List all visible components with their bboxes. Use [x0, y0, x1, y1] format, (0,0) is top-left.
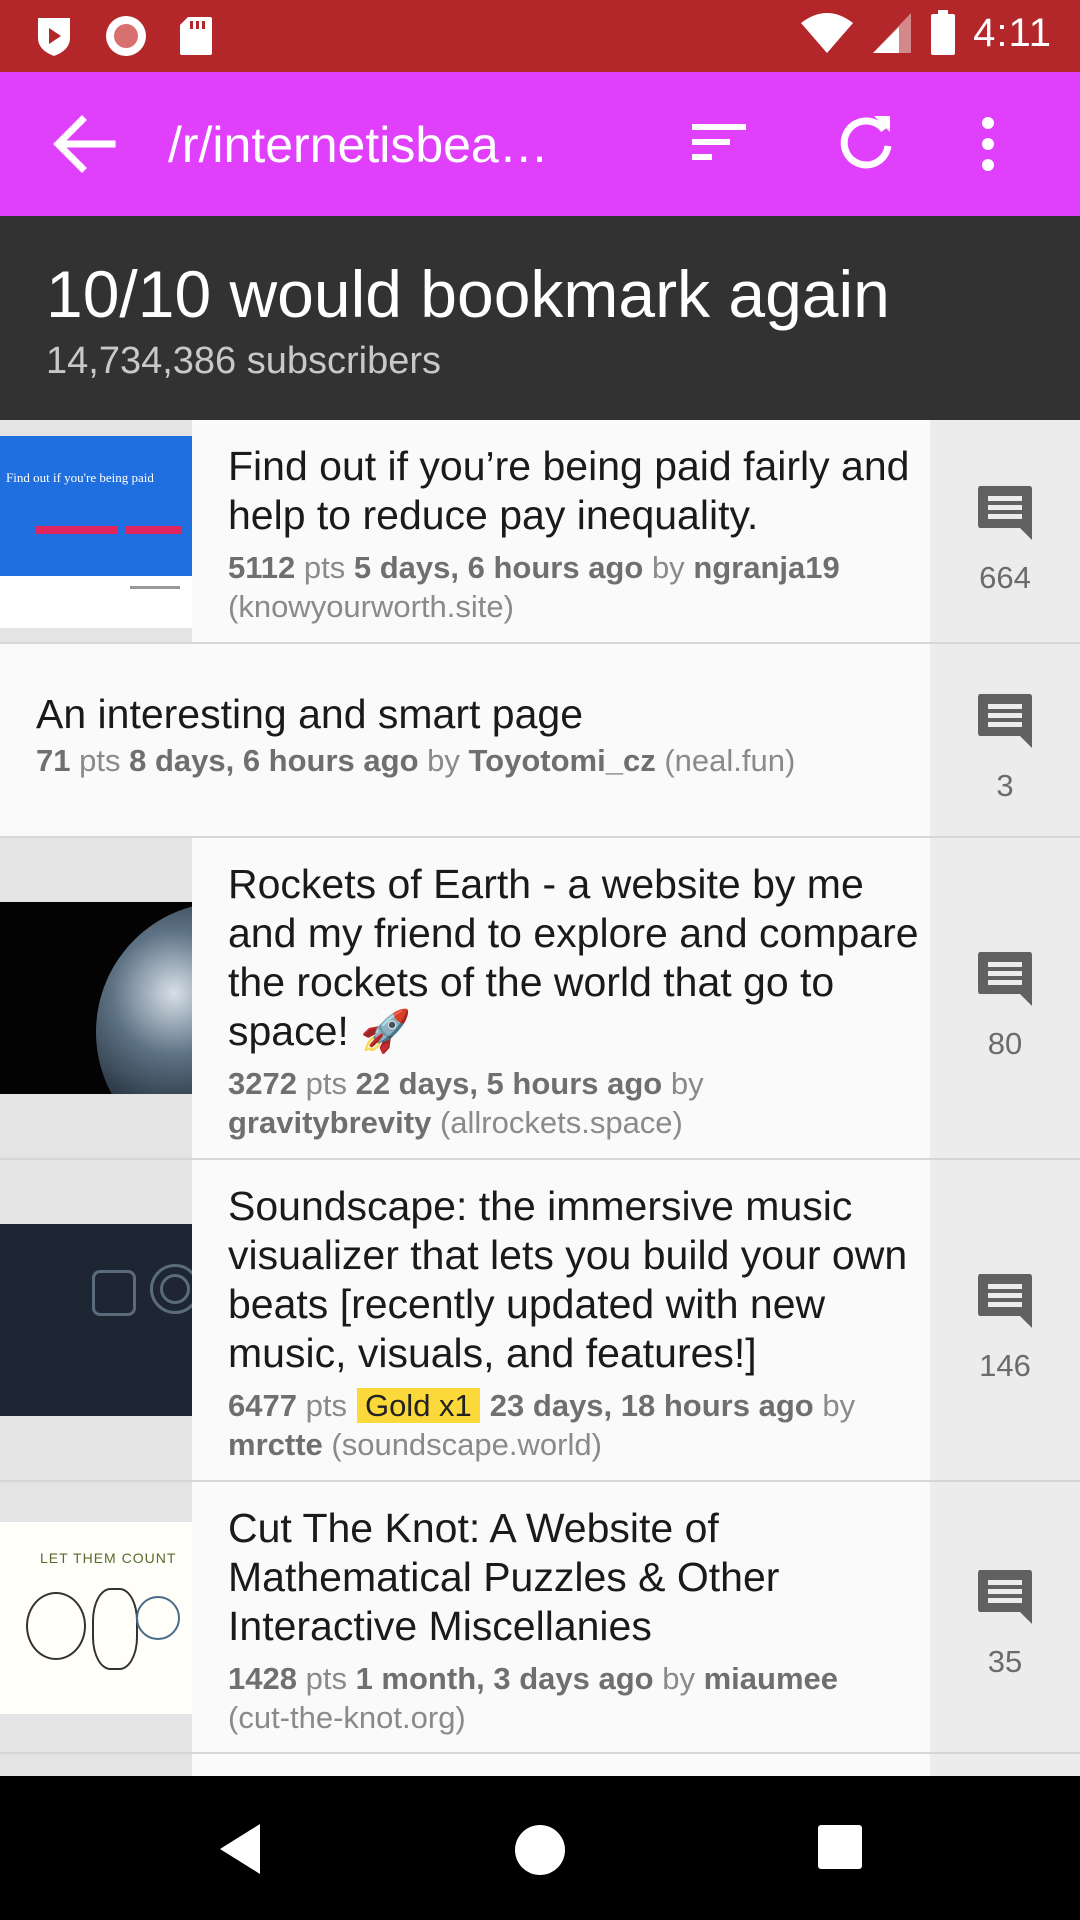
pts-label: pts [305, 1066, 347, 1101]
post-age: 23 days, 18 hours ago [489, 1388, 814, 1423]
post-thumbnail[interactable] [0, 1224, 192, 1416]
comments-button[interactable]: 146 [930, 1160, 1080, 1480]
post-author[interactable]: gravitybrevity [228, 1105, 431, 1140]
comments-button[interactable]: 35 [930, 1482, 1080, 1752]
post-meta: 1428 pts 1 month, 3 days ago by miaumee … [228, 1659, 930, 1737]
comment-icon [978, 486, 1032, 540]
sd-card-icon [180, 17, 212, 55]
gold-badge: Gold x1 [356, 1388, 480, 1423]
more-vert-icon[interactable] [980, 116, 996, 172]
wifi-icon [801, 13, 854, 53]
post-score: 71 [36, 743, 71, 778]
pts-label: pts [79, 743, 121, 778]
thumbnail-column [0, 838, 192, 1158]
thumbnail-column: LET THEM COUNT [0, 1482, 192, 1752]
pts-label: pts [305, 1388, 347, 1423]
status-bar: 4:11 [0, 0, 1080, 72]
comment-count: 146 [979, 1348, 1031, 1383]
comment-icon [978, 1570, 1032, 1624]
post-domain: (soundscape.world) [331, 1427, 602, 1462]
app-toolbar: /r/internetisbea… [0, 72, 1080, 216]
thumbnail-column [0, 1754, 192, 1776]
post-item[interactable]: Rockets of Earth - a website by me and m… [0, 838, 1080, 1160]
comment-icon [978, 694, 1032, 748]
sort-icon[interactable] [690, 120, 748, 164]
clock: 4:11 [973, 10, 1052, 55]
comments-button[interactable]: 3 [930, 644, 1080, 836]
post-author[interactable]: miaumee [704, 1661, 838, 1696]
battery-icon [931, 10, 956, 55]
post-domain: (allrockets.space) [439, 1105, 683, 1140]
by-label: by [670, 1066, 704, 1101]
comments-button[interactable]: 80 [930, 838, 1080, 1158]
post-thumbnail[interactable] [0, 902, 192, 1094]
post-title[interactable]: Find out if you’re being paid fairly and… [228, 442, 930, 540]
post-age: 8 days, 6 hours ago [129, 743, 419, 778]
comment-icon [978, 952, 1032, 1006]
subscriber-count: 14,734,386 subscribers [46, 340, 442, 382]
post-item[interactable]: LET THEM COUNT Cut The Knot: A Website o… [0, 1482, 1080, 1754]
post-meta: 6477 pts Gold x1 23 days, 18 hours ago by … [228, 1386, 930, 1464]
comments-button[interactable] [930, 1754, 1080, 1776]
post-item[interactable]: An interesting and smart page 71 pts 8 d… [0, 644, 1080, 838]
post-author[interactable]: mrctte [228, 1427, 323, 1462]
post-domain: (neal.fun) [664, 743, 796, 778]
subreddit-tagline: 10/10 would bookmark again [46, 257, 890, 331]
post-title[interactable]: Rockets of Earth - a website by me and m… [228, 860, 930, 1056]
thumbnail-column: Find out if you're being paid [0, 420, 192, 642]
post-meta: 71 pts 8 days, 6 hours ago by Toyotomi_c… [36, 741, 930, 780]
thumbnail-column [0, 1160, 192, 1480]
recents-square-icon[interactable] [816, 1822, 864, 1872]
record-icon [106, 16, 146, 56]
post-domain: (knowyourworth.site) [228, 589, 514, 624]
post-title[interactable]: An interesting and smart page [36, 690, 930, 739]
post-score: 6477 [228, 1388, 297, 1423]
post-item[interactable]: Soundscape: the immersive music visualiz… [0, 1160, 1080, 1482]
by-label: by [662, 1661, 695, 1696]
pts-label: pts [303, 550, 346, 585]
post-thumbnail[interactable]: Find out if you're being paid [0, 436, 192, 628]
comments-button[interactable]: 664 [930, 420, 1080, 642]
post-author[interactable]: Toyotomi_cz [469, 743, 656, 778]
post-item[interactable]: Find out if you're being paid Find out i… [0, 420, 1080, 644]
by-label: by [651, 550, 685, 585]
post-age: 22 days, 5 hours ago [355, 1066, 663, 1101]
comment-count: 80 [987, 1026, 1023, 1061]
signal-icon [873, 13, 912, 53]
post-author[interactable]: ngranja19 [693, 550, 839, 585]
post-domain: (cut-the-knot.org) [228, 1700, 466, 1735]
back-triangle-icon[interactable] [216, 1822, 264, 1876]
post-age: 1 month, 3 days ago [355, 1661, 654, 1696]
comment-count: 35 [987, 1644, 1023, 1679]
post-title[interactable]: Cut The Knot: A Website of Mathematical … [228, 1504, 930, 1651]
post-score: 1428 [228, 1661, 297, 1696]
post-title[interactable]: Soundscape: the immersive music visualiz… [228, 1182, 930, 1378]
post-age: 5 days, 6 hours ago [353, 550, 644, 585]
back-arrow-icon[interactable] [50, 114, 116, 174]
post-list[interactable]: Find out if you're being paid Find out i… [0, 420, 1080, 1776]
refresh-icon[interactable] [836, 112, 896, 172]
thumbnail-caption: Find out if you're being paid [6, 470, 154, 485]
comment-count: 664 [979, 560, 1031, 595]
comment-count: 3 [996, 768, 1014, 803]
subreddit-title: /r/internetisbea… [168, 117, 549, 173]
pts-label: pts [305, 1661, 347, 1696]
by-label: by [427, 743, 460, 778]
post-meta: 5112 pts 5 days, 6 hours ago by ngranja1… [228, 548, 930, 626]
subreddit-header: 10/10 would bookmark again 14,734,386 su… [0, 216, 1080, 420]
post-item-partial[interactable] [0, 1754, 1080, 1776]
system-nav-bar [0, 1776, 1080, 1920]
post-score: 5112 [228, 550, 296, 585]
home-circle-icon[interactable] [512, 1822, 568, 1878]
app-shield-icon [38, 18, 70, 56]
by-label: by [822, 1388, 856, 1423]
thumbnail-caption: LET THEM COUNT [40, 1550, 177, 1566]
comment-icon [978, 1274, 1032, 1328]
post-meta: 3272 pts 22 days, 5 hours ago by gravity… [228, 1064, 930, 1142]
post-score: 3272 [228, 1066, 297, 1101]
post-thumbnail[interactable]: LET THEM COUNT [0, 1522, 192, 1714]
